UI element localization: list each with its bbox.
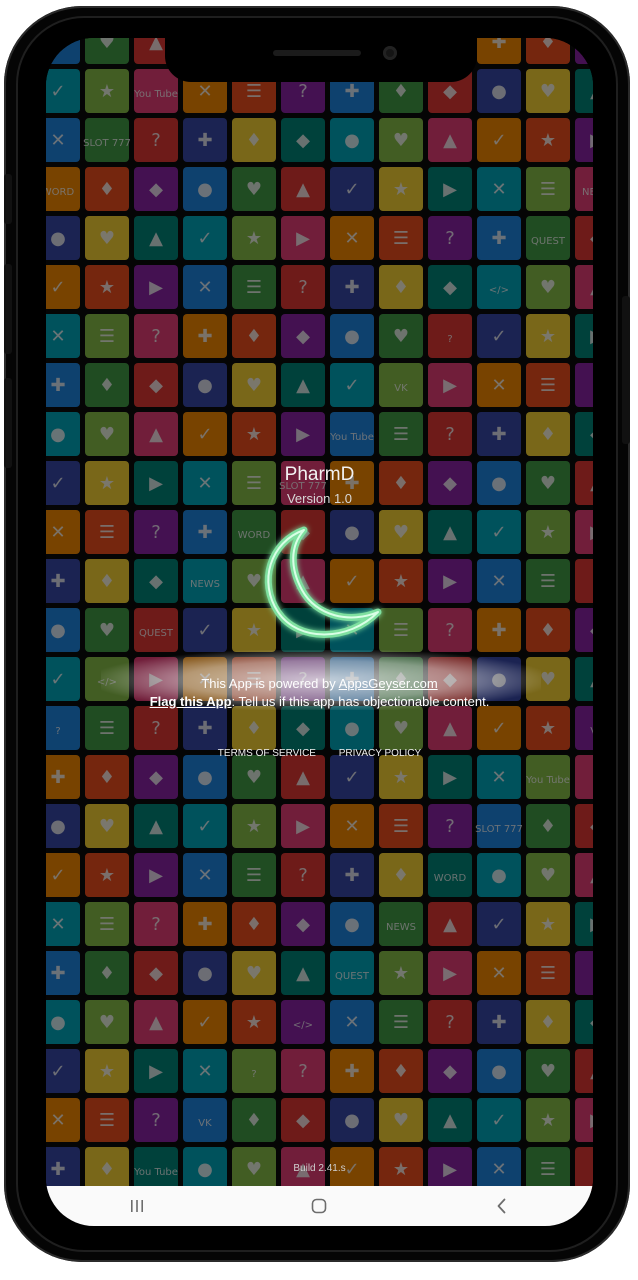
back-button[interactable]	[472, 1186, 532, 1226]
navigation-bar	[46, 1186, 593, 1226]
power-button	[622, 296, 630, 444]
recents-button[interactable]	[107, 1186, 167, 1226]
flag-description: : Tell us if this app has objectionable …	[231, 694, 490, 709]
powered-by-text: This App is powered by AppsGeyser.com	[46, 676, 593, 691]
powered-prefix: This App is powered by	[201, 676, 339, 691]
front-camera	[383, 46, 397, 60]
volume-up-button	[4, 264, 12, 354]
app-screen: ●♥▲VK★▶✕☰?✚♦◆✓★You Tube✕☰?✚♦◆●♥▲✕SLOT 77…	[46, 38, 593, 1226]
volume-down-button	[4, 378, 12, 468]
flag-app-link[interactable]: Flag this App	[150, 694, 232, 709]
recents-icon	[131, 1200, 144, 1212]
camera-notch	[165, 38, 477, 82]
appsgeyser-link[interactable]: AppsGeyser.com	[339, 676, 438, 691]
terms-of-service-link[interactable]: TERMS OF SERVICE	[218, 748, 316, 759]
app-version: Version 1.0	[286, 491, 353, 506]
home-button[interactable]	[289, 1186, 349, 1226]
moon-icon	[264, 526, 382, 638]
home-icon	[312, 1198, 327, 1214]
mute-switch	[4, 174, 12, 224]
flag-line: Flag this App: Tell us if this app has o…	[46, 694, 593, 709]
app-title: PharmD	[284, 464, 355, 485]
back-icon	[497, 1198, 506, 1214]
earpiece-speaker	[273, 50, 361, 56]
build-label: Build 2.41.s	[293, 1163, 346, 1174]
privacy-policy-link[interactable]: PRIVACY POLICY	[339, 748, 421, 759]
legal-links: TERMS OF SERVICE PRIVACY POLICY	[46, 748, 593, 759]
